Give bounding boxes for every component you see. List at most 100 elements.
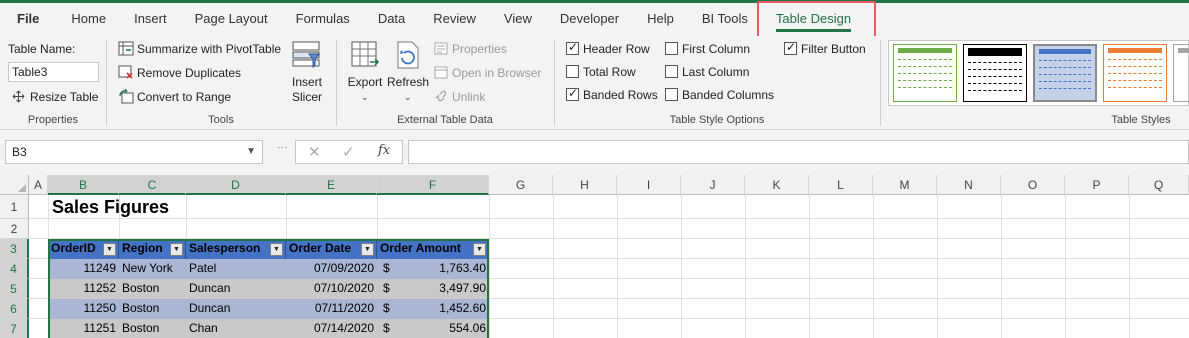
banded-rows-checkbox[interactable] bbox=[566, 86, 579, 101]
table-cell[interactable]: $ 554.06 bbox=[377, 319, 489, 338]
table-cell[interactable]: 07/09/2020 bbox=[286, 259, 377, 279]
column-header-k[interactable]: K bbox=[745, 175, 809, 195]
table-cell[interactable]: New York bbox=[119, 259, 186, 279]
summarize-pivottable-button[interactable]: Summarize with PivotTable bbox=[137, 42, 281, 56]
column-header-j[interactable]: J bbox=[681, 175, 745, 195]
tab-data[interactable]: Data bbox=[364, 3, 419, 36]
remove-duplicates-button[interactable]: Remove Duplicates bbox=[137, 66, 241, 80]
filter-button-checkbox[interactable] bbox=[784, 40, 797, 55]
column-header-d[interactable]: D bbox=[186, 175, 286, 195]
header-row-checkbox[interactable] bbox=[566, 40, 579, 55]
filter-dropdown-icon[interactable]: ▼ bbox=[170, 243, 183, 256]
table-cell[interactable]: 11252 bbox=[48, 279, 119, 299]
export-button[interactable]: Export bbox=[343, 75, 387, 90]
tab-home[interactable]: Home bbox=[57, 3, 120, 36]
tab-page-layout[interactable]: Page Layout bbox=[181, 3, 282, 36]
table-cell[interactable]: Patel bbox=[186, 259, 286, 279]
filter-dropdown-icon[interactable]: ▼ bbox=[473, 243, 486, 256]
column-header-h[interactable]: H bbox=[553, 175, 617, 195]
cancel-icon[interactable]: ✕ bbox=[308, 143, 321, 161]
table-cell[interactable]: Boston bbox=[119, 279, 186, 299]
table-style-green[interactable] bbox=[893, 44, 957, 102]
column-header-a[interactable]: A bbox=[29, 175, 48, 195]
table-cell[interactable]: 07/14/2020 bbox=[286, 319, 377, 338]
banded-columns-checkbox[interactable] bbox=[665, 88, 678, 101]
table-name-input[interactable]: Table3 bbox=[8, 62, 99, 82]
tab-insert[interactable]: Insert bbox=[120, 3, 181, 36]
table-style-black[interactable] bbox=[963, 44, 1027, 102]
column-header-l[interactable]: L bbox=[809, 175, 873, 195]
table-cell[interactable]: $ 1,763.40 bbox=[377, 259, 489, 279]
table-cell[interactable]: Duncan bbox=[186, 279, 286, 299]
name-box[interactable]: B3 ▼ bbox=[5, 140, 263, 164]
export-dropdown-icon[interactable]: ⌄ bbox=[361, 92, 369, 103]
tab-developer[interactable]: Developer bbox=[546, 3, 633, 36]
resize-table-button[interactable]: Resize Table bbox=[30, 90, 98, 104]
table-cell[interactable]: 11249 bbox=[48, 259, 119, 279]
open-in-browser-button[interactable]: Open in Browser bbox=[452, 66, 541, 80]
select-all-button[interactable] bbox=[0, 175, 29, 195]
tab-bi-tools[interactable]: BI Tools bbox=[688, 3, 762, 36]
column-header-q[interactable]: Q bbox=[1129, 175, 1189, 195]
export-icon[interactable] bbox=[350, 40, 380, 75]
column-header-c[interactable]: C bbox=[119, 175, 186, 195]
total-row-checkbox[interactable] bbox=[566, 65, 579, 78]
formula-input[interactable] bbox=[408, 140, 1189, 164]
tab-view[interactable]: View bbox=[490, 3, 546, 36]
column-header-f[interactable]: F bbox=[377, 175, 489, 195]
row-header-6[interactable]: 6 bbox=[0, 299, 29, 319]
unlink-button[interactable]: Unlink bbox=[452, 90, 485, 104]
table-cell[interactable]: Boston bbox=[119, 299, 186, 319]
insert-slicer-button[interactable]: Insert Slicer bbox=[284, 75, 330, 105]
insert-slicer-icon[interactable] bbox=[291, 40, 323, 75]
last-column-checkbox[interactable] bbox=[665, 65, 678, 78]
convert-to-range-button[interactable]: Convert to Range bbox=[137, 90, 231, 104]
sheet-title-cell[interactable]: Sales Figures bbox=[52, 197, 169, 218]
tab-review[interactable]: Review bbox=[419, 3, 490, 36]
table-cell[interactable]: Boston bbox=[119, 319, 186, 338]
table-header-cell[interactable]: Order Amount ▼ bbox=[377, 239, 489, 259]
column-header-n[interactable]: N bbox=[937, 175, 1001, 195]
tab-table-design[interactable]: Table Design bbox=[762, 3, 865, 36]
enter-icon[interactable]: ✓ bbox=[342, 143, 355, 161]
column-header-p[interactable]: P bbox=[1065, 175, 1129, 195]
column-header-m[interactable]: M bbox=[873, 175, 937, 195]
first-column-checkbox[interactable] bbox=[665, 42, 678, 55]
table-cell[interactable]: 11251 bbox=[48, 319, 119, 338]
table-cell[interactable]: 07/11/2020 bbox=[286, 299, 377, 319]
refresh-button[interactable]: Refresh bbox=[386, 75, 430, 90]
chevron-down-icon[interactable]: ▼ bbox=[246, 141, 256, 163]
filter-dropdown-icon[interactable]: ▼ bbox=[361, 243, 374, 256]
filter-dropdown-icon[interactable]: ▼ bbox=[103, 243, 116, 256]
row-header-7[interactable]: 7 bbox=[0, 319, 29, 338]
table-cell[interactable]: $ 1,452.60 bbox=[377, 299, 489, 319]
row-header-4[interactable]: 4 bbox=[0, 259, 29, 279]
row-header-3[interactable]: 3 bbox=[0, 239, 29, 259]
filter-dropdown-icon[interactable]: ▼ bbox=[270, 243, 283, 256]
table-header-cell[interactable]: Salesperson ▼ bbox=[186, 239, 286, 259]
row-header-5[interactable]: 5 bbox=[0, 279, 29, 299]
insert-function-icon[interactable]: fx bbox=[378, 143, 390, 158]
table-style-orange[interactable] bbox=[1103, 44, 1167, 102]
column-header-g[interactable]: G bbox=[489, 175, 553, 195]
tab-help[interactable]: Help bbox=[633, 3, 688, 36]
row-header-2[interactable]: 2 bbox=[0, 219, 29, 239]
table-cell[interactable]: Duncan bbox=[186, 299, 286, 319]
table-header-cell[interactable]: Order Date ▼ bbox=[286, 239, 377, 259]
row-header-1[interactable]: 1 bbox=[0, 195, 29, 219]
table-cell[interactable]: $ 3,497.90 bbox=[377, 279, 489, 299]
tab-formulas[interactable]: Formulas bbox=[282, 3, 364, 36]
column-header-b[interactable]: B bbox=[48, 175, 119, 195]
refresh-icon[interactable] bbox=[393, 40, 423, 75]
table-style-gray[interactable] bbox=[1173, 44, 1189, 102]
column-header-i[interactable]: I bbox=[617, 175, 681, 195]
table-header-cell[interactable]: Region ▼ bbox=[119, 239, 186, 259]
table-cell[interactable]: Chan bbox=[186, 319, 286, 338]
table-style-blue-selected[interactable] bbox=[1033, 44, 1097, 102]
column-header-o[interactable]: O bbox=[1001, 175, 1065, 195]
table-cell[interactable]: 07/10/2020 bbox=[286, 279, 377, 299]
tab-file[interactable]: File bbox=[0, 3, 57, 36]
table-cell[interactable]: 11250 bbox=[48, 299, 119, 319]
table-header-cell[interactable]: OrderID ▼ bbox=[48, 239, 119, 259]
refresh-dropdown-icon[interactable]: ⌄ bbox=[404, 92, 412, 103]
